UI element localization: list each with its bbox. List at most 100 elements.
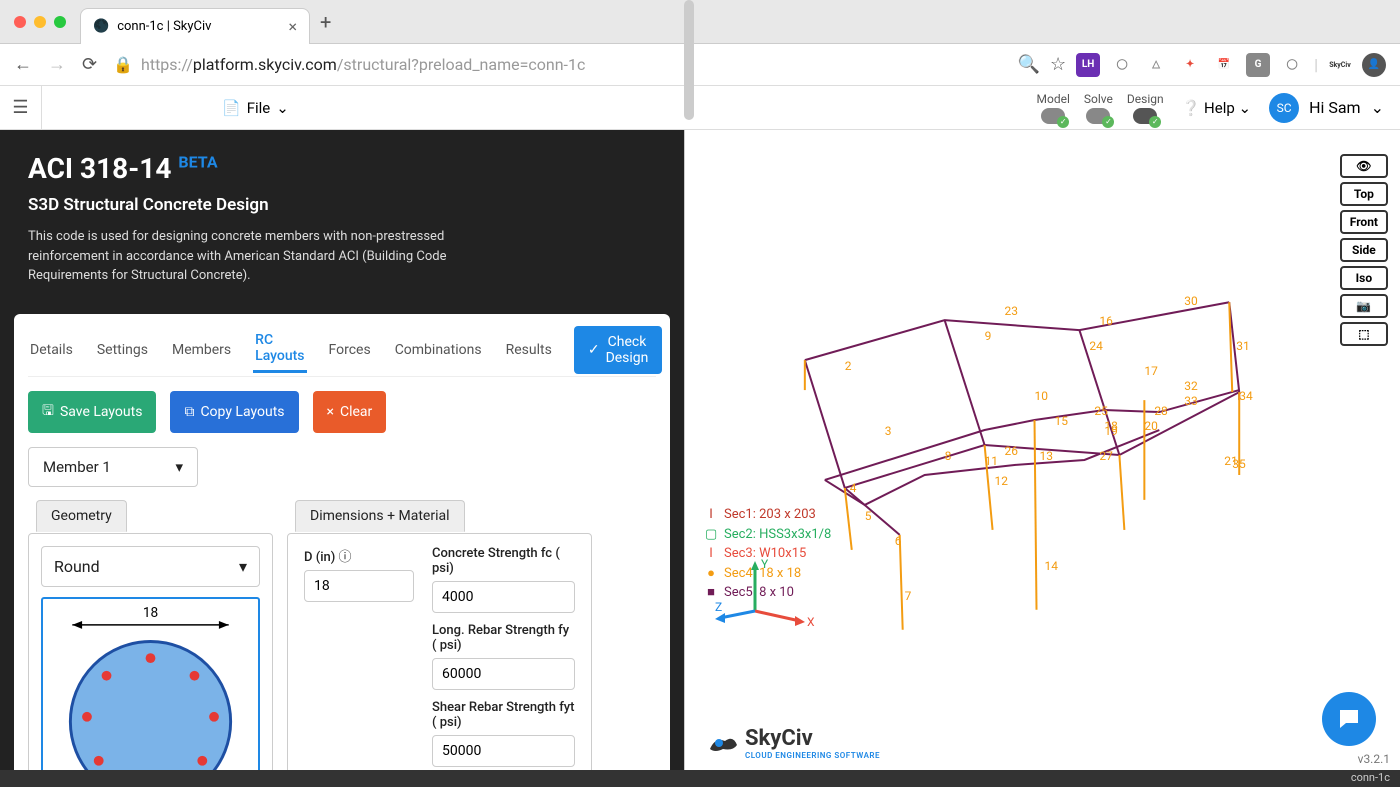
extension-g-icon[interactable]: G [1246, 53, 1270, 77]
close-tab-icon[interactable]: × [288, 17, 297, 36]
svg-text:24: 24 [1089, 339, 1103, 353]
svg-text:19: 19 [1104, 424, 1117, 438]
svg-text:10: 10 [1035, 389, 1049, 403]
lock-icon: 🔒 [113, 55, 133, 74]
svg-text:3: 3 [885, 424, 892, 438]
user-menu[interactable]: SC Hi Sam ⌄ [1269, 93, 1384, 123]
dimensions-panel: D (in) ⓘ Concrete Strength fc ( psi) Lon… [287, 533, 592, 771]
view-visibility[interactable]: 👁 [1340, 154, 1388, 178]
view-front[interactable]: Front [1340, 210, 1388, 234]
tab-forces[interactable]: Forces [327, 336, 373, 364]
fyt-label: Shear Rebar Strength fyt ( psi) [432, 700, 575, 730]
view-side[interactable]: Side [1340, 238, 1388, 262]
favicon: 🌑 [93, 19, 109, 34]
scrollbar[interactable] [684, 0, 694, 120]
bookmark-icon[interactable]: ☆ [1050, 54, 1066, 75]
extension-skyciv-icon[interactable]: SkyCiv [1328, 53, 1352, 77]
minimize-window-icon[interactable] [34, 16, 46, 28]
view-iso[interactable]: Iso [1340, 266, 1388, 290]
help-menu[interactable]: ❔ Help ⌄ [1182, 99, 1251, 117]
fc-input[interactable] [432, 581, 575, 613]
fyt-input[interactable] [432, 735, 575, 767]
browser-tab-bar: 🌑 conn-1c | SkyCiv × + [0, 0, 1400, 44]
extension-icon[interactable]: ◯ [1110, 53, 1134, 77]
extension-icon[interactable]: ✦ [1178, 53, 1202, 77]
skyciv-logo: SkyCivCLOUD ENGINEERING SOFTWARE [705, 726, 880, 760]
svg-text:2: 2 [845, 359, 852, 373]
svg-text:Y: Y [761, 557, 769, 571]
tab-members[interactable]: Members [170, 336, 233, 364]
chevron-down-icon: ⌄ [1371, 98, 1384, 117]
hamburger-menu[interactable]: ☰ [0, 86, 42, 130]
version-label: v3.2.1 [1358, 752, 1390, 766]
clear-button[interactable]: × Clear [313, 391, 387, 433]
axis-gizmo[interactable]: Y X Z [715, 556, 815, 640]
app-header: ☰ 📄 File ⌄ Model Solve Design ❔ Help ⌄ S… [0, 86, 1400, 130]
svg-text:11: 11 [985, 454, 998, 468]
fy-input[interactable] [432, 658, 575, 690]
view-controls: 👁 Top Front Side Iso 📷 ⬚ [1340, 154, 1388, 346]
browser-tab[interactable]: 🌑 conn-1c | SkyCiv × [80, 8, 310, 44]
new-tab-button[interactable]: + [320, 10, 331, 34]
file-icon: 📄 [222, 99, 241, 117]
close-window-icon[interactable] [14, 16, 26, 28]
status-bar: conn-1c [0, 770, 1400, 787]
svg-text:26: 26 [1005, 444, 1019, 458]
tab-combinations[interactable]: Combinations [393, 336, 484, 364]
search-icon[interactable]: 🔍 [1018, 54, 1040, 75]
3d-model[interactable]: 234 567 8910 111213 141516 171819 202123… [685, 130, 1400, 770]
svg-text:34: 34 [1239, 389, 1253, 403]
chat-button[interactable] [1322, 692, 1376, 746]
reload-button[interactable]: ⟳ [82, 54, 97, 75]
geometry-tab[interactable]: Geometry [36, 500, 127, 532]
extension-drive-icon[interactable]: △ [1144, 53, 1168, 77]
svg-text:25: 25 [1094, 404, 1108, 418]
extension-calendar-icon[interactable]: 📅 [1212, 53, 1236, 77]
svg-text:35: 35 [1232, 457, 1246, 471]
dimensions-tab[interactable]: Dimensions + Material [295, 500, 465, 532]
avatar: SC [1269, 93, 1299, 123]
profile-icon[interactable]: 👤 [1362, 53, 1386, 77]
svg-text:33: 33 [1184, 394, 1197, 408]
member-select[interactable]: Member 1▾ [28, 447, 198, 487]
svg-text:12: 12 [995, 474, 1009, 488]
forward-button[interactable]: → [48, 54, 66, 75]
svg-text:9: 9 [985, 329, 992, 343]
tab-details[interactable]: Details [28, 336, 75, 364]
svg-text:7: 7 [905, 589, 912, 603]
shape-select[interactable]: Round▾ [41, 546, 260, 587]
svg-text:17: 17 [1144, 364, 1158, 378]
tab-settings[interactable]: Settings [95, 336, 150, 364]
extension-icon[interactable]: ◯ [1280, 53, 1304, 77]
svg-text:X: X [807, 615, 815, 629]
tab-rc-layouts[interactable]: RC Layouts [253, 326, 306, 373]
step-solve[interactable]: Solve [1084, 92, 1113, 124]
step-model[interactable]: Model [1037, 92, 1070, 124]
file-menu[interactable]: 📄 File ⌄ [222, 99, 289, 117]
3d-viewport[interactable]: 234 567 8910 111213 141516 171819 202123… [684, 130, 1400, 770]
step-design[interactable]: Design [1127, 92, 1164, 124]
copy-layouts-button[interactable]: ⧉ Copy Layouts [170, 391, 298, 433]
d-input[interactable] [304, 570, 414, 602]
extension-lh-icon[interactable]: LH [1076, 53, 1100, 77]
svg-text:5: 5 [865, 509, 872, 523]
svg-text:18: 18 [143, 605, 158, 621]
save-layouts-button[interactable]: 🖫 Save Layouts [28, 391, 156, 433]
chevron-down-icon: ▾ [175, 458, 183, 476]
fc-label: Concrete Strength fc ( psi) [432, 546, 575, 576]
design-subtitle: S3D Structural Concrete Design [28, 195, 656, 215]
svg-text:15: 15 [1054, 414, 1068, 428]
svg-text:20: 20 [1144, 419, 1158, 433]
back-button[interactable]: ← [14, 54, 32, 75]
view-top[interactable]: Top [1340, 182, 1388, 206]
view-screenshot[interactable]: 📷 [1340, 294, 1388, 318]
check-design-button[interactable]: ✓ Check Design [574, 326, 663, 374]
view-box[interactable]: ⬚ [1340, 322, 1388, 346]
svg-text:27: 27 [1099, 449, 1113, 463]
url-display[interactable]: 🔒 https://platform.skyciv.com/structural… [113, 55, 1001, 74]
workflow-steps: Model Solve Design [1037, 92, 1164, 124]
maximize-window-icon[interactable] [54, 16, 66, 28]
tab-results[interactable]: Results [504, 336, 554, 364]
chevron-down-icon: ▾ [239, 557, 247, 576]
chevron-down-icon: ⌄ [276, 99, 289, 117]
